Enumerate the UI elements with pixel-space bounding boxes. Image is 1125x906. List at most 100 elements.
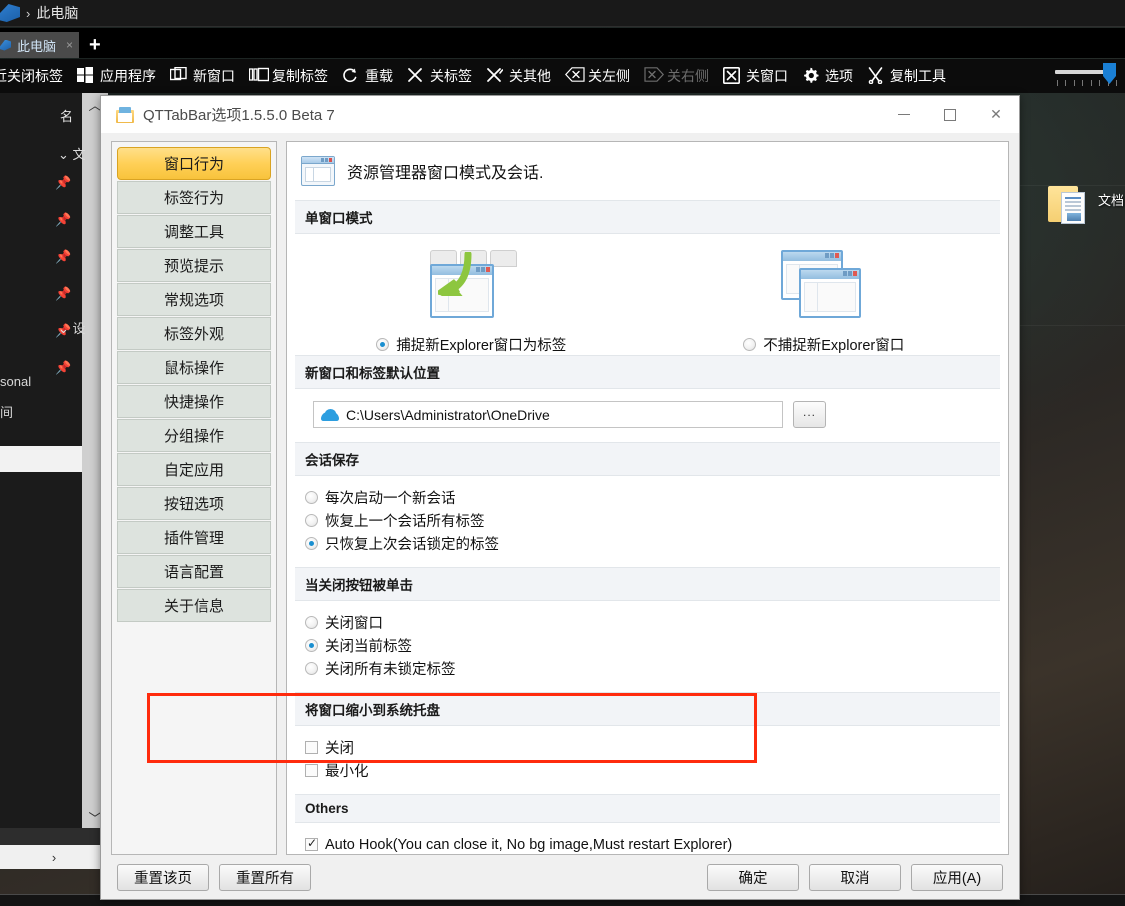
toolbar-button-1[interactable]: 应用程序 bbox=[70, 62, 163, 90]
close-button-options[interactable]: 关闭窗口 关闭当前标签 关闭所有未锁定标签 bbox=[295, 601, 1000, 692]
nav-item-personal[interactable]: sonal bbox=[0, 374, 31, 389]
mode-label-capture[interactable]: 捕捉新Explorer窗口为标签 bbox=[376, 334, 566, 355]
radio-close-window[interactable] bbox=[305, 616, 318, 629]
radio-restore-locked-tabs[interactable] bbox=[305, 537, 318, 550]
option-close-current-tab[interactable]: 关闭当前标签 bbox=[305, 634, 1000, 657]
explorer-nav-selected-row[interactable] bbox=[0, 446, 82, 472]
session-save-options[interactable]: 每次启动一个新会话 恢复上一个会话所有标签 只恢复上次会话锁定的标签 bbox=[295, 476, 1000, 567]
radio-close-current-tab[interactable] bbox=[305, 639, 318, 652]
qttabbar-command-bar[interactable]: 近关闭标签 应用程序 新窗口 复制标签 重载 关标签 关其他 关左侧 关右侧 关窗口 选项 复制工具 bbox=[0, 59, 1125, 93]
radio-restore-all-tabs[interactable] bbox=[305, 514, 318, 527]
nav-item-space[interactable]: 间 bbox=[0, 402, 13, 421]
document-shape bbox=[1061, 192, 1085, 224]
browse-button[interactable]: ... bbox=[793, 401, 826, 428]
checkbox-tray-minimize[interactable] bbox=[305, 764, 318, 777]
clone-tab-icon bbox=[249, 67, 269, 85]
toolbar-slider[interactable] bbox=[1055, 60, 1121, 92]
sidebar-item-12[interactable]: 语言配置 bbox=[117, 555, 271, 588]
default-location-row[interactable]: C:\Users\Administrator\OneDrive ... bbox=[295, 389, 1000, 442]
checkbox-tray-close[interactable] bbox=[305, 741, 318, 754]
new-tab-button[interactable]: + bbox=[89, 35, 101, 55]
explorer-horizontal-scroll-right[interactable]: › bbox=[0, 845, 108, 869]
maximize-button[interactable] bbox=[927, 96, 973, 133]
option-tray-close[interactable]: 关闭 bbox=[305, 736, 1000, 759]
sidebar-item-4[interactable]: 常规选项 bbox=[117, 283, 271, 316]
option-close-unlocked-tabs[interactable]: 关闭所有未锁定标签 bbox=[305, 657, 1000, 680]
options-category-list[interactable]: 窗口行为 标签行为 调整工具 预览提示 常规选项 标签外观 鼠标操作 快捷操作分组操作自定应用… bbox=[111, 141, 277, 855]
mode-option-capture[interactable]: 捕捉新Explorer窗口为标签 bbox=[295, 244, 648, 355]
sidebar-item-1[interactable]: 标签行为 bbox=[117, 181, 271, 214]
sidebar-item-label: 按钮选项 bbox=[163, 496, 224, 513]
toolbar-button-9[interactable]: 关窗口 bbox=[716, 62, 795, 90]
sidebar-item-9[interactable]: 自定应用 bbox=[117, 453, 271, 486]
sidebar-item-2[interactable]: 调整工具 bbox=[117, 215, 271, 248]
sidebar-item-6[interactable]: 鼠标操作 bbox=[117, 351, 271, 384]
toolbar-button-7[interactable]: 关左侧 bbox=[558, 62, 637, 90]
toolbar-button-0[interactable]: 近关闭标签 bbox=[0, 62, 70, 90]
sidebar-item-3[interactable]: 预览提示 bbox=[117, 249, 271, 282]
mode-label-no-capture[interactable]: 不捕捉新Explorer窗口 bbox=[743, 334, 904, 355]
radio-new-session[interactable] bbox=[305, 491, 318, 504]
option-close-window[interactable]: 关闭窗口 bbox=[305, 611, 1000, 634]
option-new-session[interactable]: 每次启动一个新会话 bbox=[305, 486, 1000, 509]
others-options[interactable]: Auto Hook(You can close it, No bg image,… bbox=[295, 823, 1000, 854]
sidebar-item-10[interactable]: 按钮选项 bbox=[117, 487, 271, 520]
radio-close-unlocked-tabs[interactable] bbox=[305, 662, 318, 675]
close-button[interactable]: ✕ bbox=[973, 96, 1019, 133]
sidebar-item-0[interactable]: 窗口行为 bbox=[117, 147, 271, 180]
dialog-title-bar[interactable]: QTTabBar选项1.5.5.0 Beta 7 ✕ bbox=[101, 96, 1019, 133]
qttabbar-tab-strip[interactable]: 此电脑 × + bbox=[0, 28, 1125, 58]
sidebar-item-11[interactable]: 插件管理 bbox=[117, 521, 271, 554]
mode-option-no-capture[interactable]: 不捕捉新Explorer窗口 bbox=[648, 244, 1001, 355]
explorer-group-documents[interactable]: ⌄ 文 bbox=[58, 144, 86, 163]
toolbar-button-label: 新窗口 bbox=[193, 68, 235, 84]
sidebar-item-13[interactable]: 关于信息 bbox=[117, 589, 271, 622]
toolbar-button-label: 关左侧 bbox=[588, 68, 630, 84]
option-auto-hook[interactable]: Auto Hook(You can close it, No bg image,… bbox=[305, 833, 1000, 854]
dialog-footer: 重置该页 重置所有 确定 取消 应用(A) bbox=[101, 855, 1019, 899]
toolbar-button-5[interactable]: 关标签 bbox=[400, 62, 479, 90]
toolbar-button-3[interactable]: 复制标签 bbox=[242, 62, 335, 90]
slider-track[interactable] bbox=[1055, 70, 1111, 74]
explorer-group-devices[interactable]: ⌄ 设 bbox=[58, 318, 86, 337]
option-tray-minimize[interactable]: 最小化 bbox=[305, 759, 1000, 782]
toolbar-button-11[interactable]: 复制工具 bbox=[860, 62, 953, 90]
sidebar-item-7[interactable]: 快捷操作 bbox=[117, 385, 271, 418]
reset-page-button[interactable]: 重置该页 bbox=[117, 863, 209, 891]
tab-this-pc[interactable]: 此电脑 × bbox=[0, 32, 80, 58]
explorer-column-header-name[interactable]: 名 bbox=[60, 106, 73, 125]
section-heading-close-button: 当关闭按钮被单击 bbox=[295, 567, 1000, 601]
pin-icon[interactable]: 📌 bbox=[55, 176, 71, 189]
desktop-document-folder-icon[interactable] bbox=[1048, 180, 1094, 232]
checkbox-auto-hook[interactable] bbox=[305, 836, 318, 851]
window-controls[interactable]: ✕ bbox=[881, 96, 1019, 133]
qttabbar-options-dialog[interactable]: QTTabBar选项1.5.5.0 Beta 7 ✕ 窗口行为 标签行为 调整工具预… bbox=[100, 95, 1020, 900]
close-icon[interactable]: × bbox=[66, 38, 73, 52]
default-path-input[interactable]: C:\Users\Administrator\OneDrive bbox=[313, 401, 783, 428]
sidebar-item-label: 分组操作 bbox=[163, 428, 224, 445]
radio-no-capture-new-window[interactable] bbox=[743, 338, 757, 351]
sidebar-item-5[interactable]: 标签外观 bbox=[117, 317, 271, 350]
sidebar-item-8[interactable]: 分组操作 bbox=[117, 419, 271, 452]
single-window-mode-choices[interactable]: 捕捉新Explorer窗口为标签 不捕捉新Explorer窗口 bbox=[295, 234, 1000, 355]
reset-all-button[interactable]: 重置所有 bbox=[219, 863, 311, 891]
toolbar-button-6[interactable]: 关其他 bbox=[479, 62, 558, 90]
explorer-address-bar[interactable]: › 此电脑 bbox=[0, 0, 1125, 27]
pin-icon[interactable]: 📌 bbox=[55, 250, 71, 263]
close-others-icon bbox=[486, 67, 504, 85]
pin-icon[interactable]: 📌 bbox=[55, 361, 71, 374]
minimize-to-tray-options[interactable]: 关闭 最小化 bbox=[295, 726, 1000, 794]
option-restore-locked-tabs[interactable]: 只恢复上次会话锁定的标签 bbox=[305, 532, 1000, 555]
toolbar-button-4[interactable]: 重载 bbox=[335, 62, 400, 90]
toolbar-button-10[interactable]: 选项 bbox=[795, 62, 860, 90]
toolbar-button-2[interactable]: 新窗口 bbox=[163, 62, 242, 90]
pin-icon[interactable]: 📌 bbox=[55, 287, 71, 300]
cancel-button[interactable]: 取消 bbox=[809, 863, 901, 891]
radio-capture-new-window[interactable] bbox=[376, 338, 390, 351]
breadcrumb-this-pc[interactable]: 此电脑 bbox=[36, 3, 78, 23]
apply-button[interactable]: 应用(A) bbox=[911, 863, 1003, 891]
minimize-button[interactable] bbox=[881, 96, 927, 133]
option-restore-all-tabs[interactable]: 恢复上一个会话所有标签 bbox=[305, 509, 1000, 532]
pin-icon[interactable]: 📌 bbox=[55, 213, 71, 226]
ok-button[interactable]: 确定 bbox=[707, 863, 799, 891]
